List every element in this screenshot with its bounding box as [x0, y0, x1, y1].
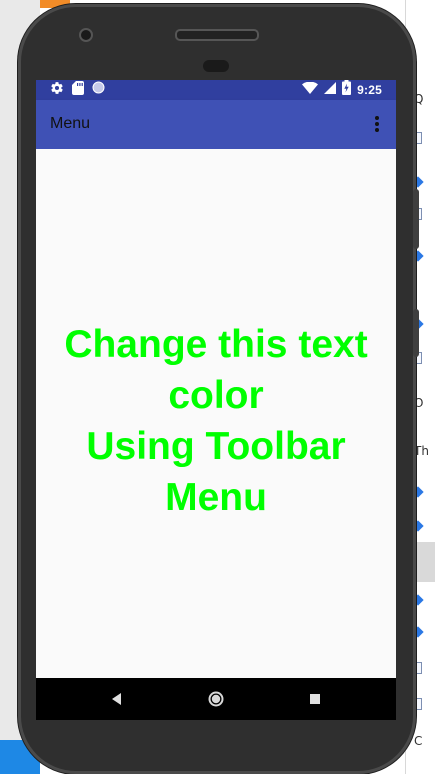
- speaker-grill: [175, 29, 259, 41]
- recents-icon[interactable]: [306, 690, 324, 708]
- text-line: Menu: [165, 475, 267, 519]
- gear-icon: [50, 81, 64, 100]
- status-bar: 9:25: [36, 80, 396, 100]
- battery-icon: [342, 80, 352, 100]
- front-camera-icon: [79, 28, 93, 42]
- sd-card-icon: [72, 80, 84, 100]
- status-left-icons: [50, 80, 105, 100]
- panel-letter-c: C: [414, 734, 423, 748]
- panel-letter-t: Th: [414, 444, 429, 458]
- cellular-signal-icon: [324, 81, 337, 99]
- toolbar-title: Menu: [50, 115, 91, 132]
- text-line: color: [168, 373, 264, 417]
- volume-button: [413, 189, 419, 249]
- back-icon[interactable]: [108, 690, 126, 708]
- more-vert-icon[interactable]: [372, 114, 382, 134]
- main-content: Change this text color Using Toolbar Men…: [36, 149, 396, 678]
- app-toolbar: Menu: [36, 100, 396, 149]
- wifi-icon: [302, 81, 319, 99]
- system-navigation-bar: [36, 678, 396, 720]
- circle-icon: [92, 81, 105, 99]
- text-line: Using Toolbar: [86, 424, 346, 468]
- home-icon[interactable]: [207, 690, 225, 708]
- panel-letter-q: Q: [414, 92, 424, 106]
- status-time: 9:25: [357, 83, 382, 97]
- panel-letter-o: O: [414, 396, 424, 410]
- power-button: [413, 309, 419, 357]
- status-right-icons: 9:25: [302, 80, 382, 100]
- sensor-icon: [203, 60, 229, 72]
- text-line: Change this text: [64, 322, 368, 366]
- colored-text-view: Change this text color Using Toolbar Men…: [46, 319, 386, 523]
- device-screen: 9:25 Menu Change this text color Using T…: [36, 80, 396, 720]
- desktop-background: Q O Th C 9:25 Menu Change this text colo…: [0, 0, 435, 774]
- android-emulator-frame: 9:25 Menu Change this text color Using T…: [18, 4, 419, 774]
